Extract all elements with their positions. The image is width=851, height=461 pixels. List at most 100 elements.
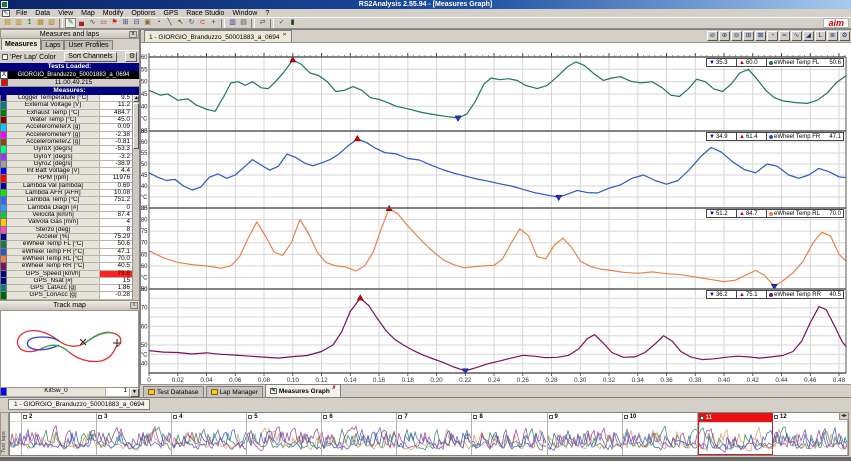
menu-race-studio[interactable]: Race Studio [182,10,228,17]
measure-row[interactable]: AccelerometerY [g]-2.38 [0,132,133,139]
test-database-icon[interactable]: ▦ [35,18,46,28]
test-select-cell[interactable]: X [0,71,8,79]
tab-user-profiles[interactable]: User Profiles [64,40,112,50]
report-icon[interactable]: ▭ [98,18,109,28]
check-icon[interactable]: ✓ [276,18,287,28]
lap-mini-chart[interactable] [97,422,171,457]
lap-checkbox[interactable] [624,415,628,419]
print-icon[interactable]: ▤ [238,18,249,28]
sort-channels-button[interactable]: Sort Channels [64,52,116,62]
lap-header[interactable]: 5 [247,413,321,422]
monitor-icon[interactable]: ▮ [287,18,298,28]
close-icon[interactable]: x [129,31,137,38]
measure-row[interactable]: Acceler [%]75.29 [0,234,133,241]
measure-row[interactable]: Velocità [km/h]87.4 [0,212,133,219]
menu-window[interactable]: Window [228,10,261,17]
menu-view[interactable]: View [54,10,77,17]
magnet-icon[interactable]: ⊂ [197,18,208,28]
lap-checkbox[interactable] [98,415,102,419]
open-test-icon[interactable]: ▤ [2,18,13,28]
lap-checkbox[interactable] [473,415,477,419]
graph-settings-wrench-icon[interactable]: ⚙ [839,31,850,41]
clock-icon[interactable]: ◔ [153,18,164,28]
lap-counter-icon[interactable]: ↻ [186,18,197,28]
lap-mini-chart[interactable] [247,422,321,457]
measure-row[interactable]: GPS_Nsat [#]15 [0,278,133,285]
compare-icon[interactable]: ⇄ [257,18,268,28]
measure-row[interactable]: GyroY [deg/s]-3.2 [0,154,133,161]
menu-modify[interactable]: Modify [99,10,128,17]
measures-graph-icon[interactable]: ✎ [65,18,76,28]
lap-checkbox[interactable] [173,415,177,419]
strip-nav-arrows[interactable]: ◂▸ [839,412,849,420]
open-folder-icon[interactable]: ▥ [13,18,24,28]
lap-mini-chart[interactable] [773,422,847,457]
lap-checkbox[interactable] [323,415,327,419]
lap-cell-2[interactable]: 2 [22,413,97,455]
menu-?[interactable]: ? [261,10,273,17]
measure-row[interactable]: Logger Temperature [°C]9.5 [0,95,133,102]
lap-header[interactable]: 4 [172,413,246,422]
lap-header[interactable]: 12 [773,413,847,422]
upload-data-icon[interactable]: ↥ [24,18,35,28]
lap-cell-4[interactable]: 4 [172,413,247,455]
measure-row[interactable]: GPS_Speed [km/h]79.8 [0,271,133,278]
lap-mini-chart[interactable] [699,423,772,458]
zoom-in-icon[interactable]: ⊕ [719,31,730,41]
distance-base-icon[interactable]: ≍ [779,31,790,41]
close-icon[interactable]: ✗ [332,385,336,391]
measure-row[interactable]: eWheel Temp RR [°C]40.5 [0,263,133,270]
pan-icon[interactable]: + [208,18,219,28]
lap-cell-3[interactable]: 3 [97,413,172,455]
close-icon[interactable]: ✕ [282,32,286,38]
lap-header[interactable]: 3 [97,413,171,422]
slope-icon[interactable]: ◢ [803,31,814,41]
signal-icon[interactable]: ∿ [791,31,802,41]
panel-legend[interactable]: ▼35.3▲60.0eWheel Temp FL50.6 [706,58,844,67]
measure-row[interactable]: GPS_LatAcc [g]1.86 [0,285,133,292]
lap-mini-chart[interactable] [322,422,396,457]
lap-header[interactable]: 10 [623,413,697,422]
video-icon[interactable]: ▣ [142,18,153,28]
measure-row[interactable]: Lambda Temp [°C]751.2 [0,197,133,204]
pointer-icon[interactable]: ↖ [175,18,186,28]
menu-file[interactable]: File [12,10,31,17]
scroll-down-icon[interactable]: ▼ [130,388,139,397]
measure-row[interactable]: RPM [rpm]11976 [0,175,133,182]
lap-cell-8[interactable]: 8 [472,413,547,455]
table-icon[interactable]: ⊞ [120,18,131,28]
test-color-swatch[interactable] [1,79,8,86]
measure-row[interactable]: GyroZ [deg/s]-38.9 [0,161,133,168]
lap-checkbox[interactable] [398,415,402,419]
laps-pane-test-tab[interactable]: 1 - GIORGIO_Branduzzo_50001883_a_0694 [8,399,150,410]
menu-data[interactable]: Data [31,10,54,17]
test-time-row[interactable]: 11.00.49.215 [0,79,139,87]
lap-header[interactable]: 8 [472,413,546,422]
graph-test-tab[interactable]: 1 - GIORGIO_Branduzzo_50001883_a_0694 ✕ [144,30,292,42]
test-database2-icon[interactable]: ▧ [46,18,57,28]
wrench-icon[interactable]: ⚙ [125,52,137,62]
lap-mini-chart[interactable] [22,422,96,457]
lap-header[interactable]: 2 [22,413,96,422]
test-row[interactable]: X GIORGIO_Branduzzo_50001883_a_0694 [0,71,139,79]
workspace-tab-measures-graph[interactable]: ✎Measures Graph✗ [265,384,341,397]
close-icon[interactable]: x [130,302,138,309]
measures-scrollbar[interactable]: ▲ [132,95,139,300]
lap-mini-chart[interactable] [623,422,697,457]
lap-checkbox[interactable] [248,415,252,419]
pencil-icon[interactable]: ╲ [164,18,175,28]
lap-cell-7[interactable]: 7 [397,413,472,455]
lap-mini-chart[interactable] [548,422,622,457]
lap-cell-9[interactable]: 9 [548,413,623,455]
lap-overlay-icon[interactable]: L [815,31,826,41]
zoom-all-icon[interactable]: ⊠ [755,31,766,41]
menu-options[interactable]: Options [127,10,159,17]
panel-legend[interactable]: ▼34.9▲61.4eWheel Temp FR47.1 [706,132,844,141]
split-window-icon[interactable]: ⊟ [131,18,142,28]
flag-icon[interactable]: ⚑ [109,18,120,28]
menu-map[interactable]: Map [77,10,99,17]
histogram-icon[interactable]: ▄ [76,18,87,28]
panel-legend[interactable]: ▼51.2▲84.7eWheel Temp RL70.0 [706,209,844,218]
lap-cell-11[interactable]: 11 [698,413,773,455]
lap-checkbox[interactable] [700,416,704,420]
